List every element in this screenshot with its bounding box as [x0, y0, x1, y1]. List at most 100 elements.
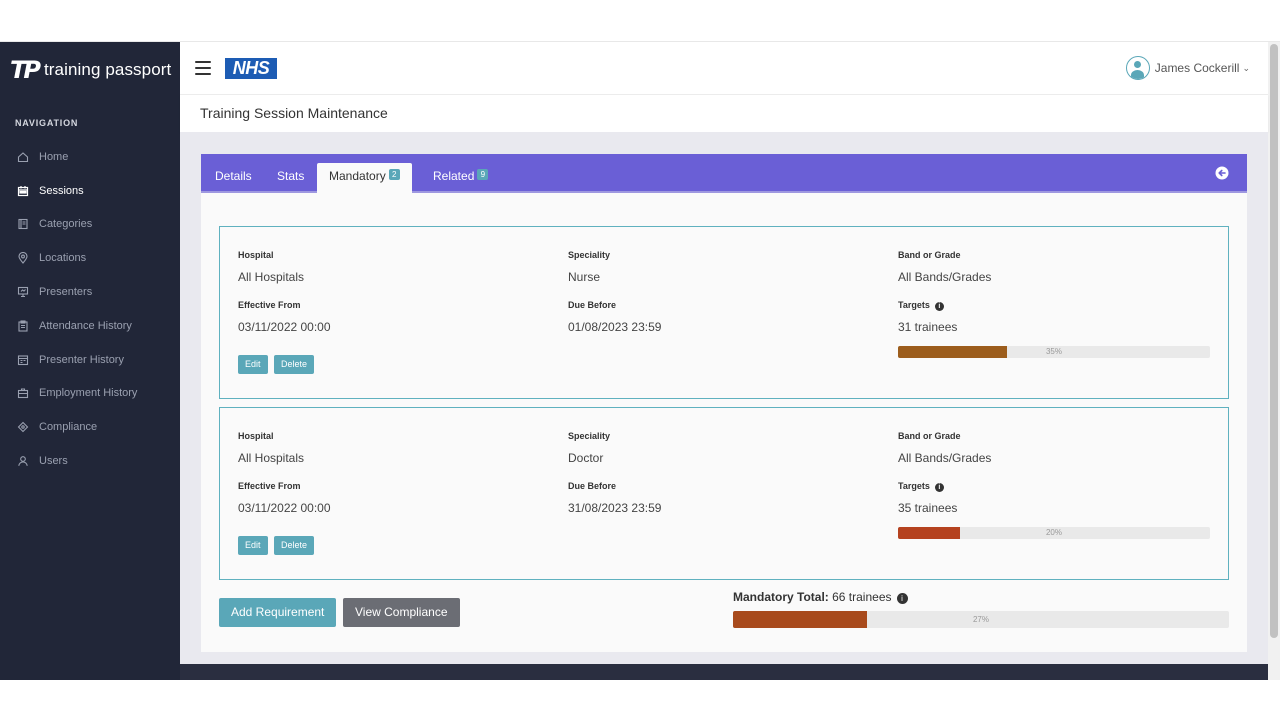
home-icon	[17, 152, 29, 162]
back-arrow-icon[interactable]	[1215, 166, 1229, 180]
user-icon	[18, 456, 28, 466]
view-compliance-button[interactable]: View Compliance	[343, 598, 460, 627]
requirement-card: Hospital All Hospitals Speciality Nurse …	[219, 226, 1229, 399]
sidebar-item-users[interactable]: Users	[0, 444, 180, 478]
sidebar-item-locations[interactable]: Locations	[0, 241, 180, 275]
hospital-value: All Hospitals	[238, 451, 305, 465]
delete-button[interactable]: Delete	[274, 536, 315, 555]
band-value: All Bands/Grades	[898, 270, 992, 284]
brand-name: training passport	[43, 60, 172, 79]
briefcase-icon	[17, 388, 29, 399]
calendar-icon	[17, 185, 29, 196]
map-pin-icon	[18, 252, 28, 265]
sidebar-item-home[interactable]: Home	[0, 140, 180, 174]
band-label: Band or Grade	[898, 250, 961, 260]
chevron-down-icon: ⌄	[1242, 62, 1250, 73]
sidebar-item-label: Sessions	[39, 184, 84, 197]
page-footer	[180, 664, 1268, 680]
menu-toggle-icon[interactable]	[195, 61, 211, 75]
tab-count-badge: 9	[477, 169, 489, 180]
due-before-label: Due Before	[568, 300, 617, 310]
info-icon[interactable]: i	[934, 483, 944, 492]
app-root: TP training passport NAVIGATION Home Ses…	[0, 41, 1280, 680]
speciality-value: Nurse	[568, 270, 601, 284]
sidebar-item-sessions[interactable]: Sessions	[0, 174, 180, 208]
tab-bar: Details Stats Mandatory 2 Related 9	[201, 154, 1247, 193]
progress-text: 27%	[972, 615, 989, 624]
mandatory-total-value: 66 trainees	[832, 590, 892, 604]
sidebar-item-label: Presenter History	[39, 353, 124, 366]
sidebar-item-categories[interactable]: Categories	[0, 208, 180, 242]
effective-from-value: 03/11/2022 00:00	[238, 320, 331, 334]
sidebar-item-presenters[interactable]: Presenters	[0, 275, 180, 309]
sidebar-nav: Home Sessions Categories Locations Prese…	[0, 140, 180, 478]
title-bar: Training Session Maintenance	[180, 95, 1268, 132]
mandatory-total: Mandatory Total: 66 trainees i	[733, 590, 908, 604]
brand-mark: TP	[10, 56, 41, 84]
history-icon	[17, 355, 29, 365]
band-label: Band or Grade	[898, 431, 961, 441]
nhs-logo: NHS	[225, 58, 277, 79]
sidebar-item-attendance-history[interactable]: Attendance History	[0, 309, 180, 343]
sidebar-item-label: Users	[39, 455, 68, 468]
targets-value: 35 trainees	[898, 501, 958, 515]
page-title: Training Session Maintenance	[200, 105, 388, 121]
sidebar-item-compliance[interactable]: Compliance	[0, 410, 180, 444]
user-menu[interactable]: James Cockerill ⌄	[1125, 56, 1250, 80]
hospital-value: All Hospitals	[238, 270, 305, 284]
sidebar-item-label: Categories	[39, 218, 93, 231]
presentation-icon	[17, 287, 29, 298]
user-name: James Cockerill	[1154, 61, 1240, 75]
sidebar-item-label: Home	[39, 150, 69, 163]
tab-count-badge: 2	[388, 169, 400, 180]
target-progress-bar: 20%	[898, 527, 1210, 539]
info-icon[interactable]: i	[934, 302, 944, 311]
session-panel: Details Stats Mandatory 2 Related 9 Hospit…	[201, 154, 1247, 652]
targets-value: 31 trainees	[898, 320, 958, 334]
sidebar-item-employment-history[interactable]: Employment History	[0, 377, 180, 411]
targets-label: Targets i	[898, 481, 944, 492]
edit-button[interactable]: Edit	[238, 536, 268, 555]
sidebar-item-label: Compliance	[39, 421, 98, 434]
top-header: NHS James Cockerill ⌄	[180, 42, 1268, 95]
tab-label: Details	[215, 169, 252, 183]
page-scrollbar[interactable]	[1268, 42, 1280, 680]
info-icon[interactable]: i	[896, 593, 908, 604]
sidebar-item-presenter-history[interactable]: Presenter History	[0, 343, 180, 377]
sidebar: TP training passport NAVIGATION Home Ses…	[0, 42, 180, 680]
edit-button[interactable]: Edit	[238, 355, 268, 374]
due-before-value: 01/08/2023 23:59	[568, 320, 662, 334]
mandatory-total-progress-bar: 27%	[733, 611, 1229, 628]
brand-logo[interactable]: TP training passport	[10, 56, 171, 84]
tab-related[interactable]: Related 9	[421, 163, 500, 193]
due-before-value: 31/08/2023 23:59	[568, 501, 662, 515]
effective-from-label: Effective From	[238, 481, 301, 491]
requirement-card: Hospital All Hospitals Speciality Doctor…	[219, 407, 1229, 580]
targets-label-text: Targets	[898, 300, 930, 310]
band-value: All Bands/Grades	[898, 451, 992, 465]
tab-label: Related	[433, 169, 475, 183]
hospital-label: Hospital	[238, 250, 274, 260]
nav-heading: NAVIGATION	[15, 118, 79, 128]
hospital-label: Hospital	[238, 431, 274, 441]
speciality-label: Speciality	[568, 431, 611, 441]
delete-button[interactable]: Delete	[274, 355, 315, 374]
book-icon	[18, 219, 28, 230]
tab-details[interactable]: Details	[203, 163, 264, 193]
mandatory-total-label: Mandatory Total:	[733, 590, 829, 604]
add-requirement-button[interactable]: Add Requirement	[219, 598, 337, 627]
tab-label: Mandatory	[329, 169, 386, 183]
effective-from-value: 03/11/2022 00:00	[238, 501, 331, 515]
compass-icon	[17, 421, 29, 433]
sidebar-item-label: Locations	[39, 252, 87, 265]
tab-mandatory[interactable]: Mandatory 2	[317, 163, 412, 193]
tab-stats[interactable]: Stats	[265, 163, 316, 193]
sidebar-item-label: Employment History	[39, 387, 138, 400]
scrollbar-thumb[interactable]	[1270, 44, 1278, 638]
avatar-icon	[1125, 56, 1150, 80]
effective-from-label: Effective From	[238, 300, 301, 310]
targets-label: Targets i	[898, 300, 944, 311]
tab-label: Stats	[277, 169, 305, 183]
main-content: Details Stats Mandatory 2 Related 9 Hospit…	[180, 132, 1268, 664]
clipboard-icon	[18, 320, 28, 332]
